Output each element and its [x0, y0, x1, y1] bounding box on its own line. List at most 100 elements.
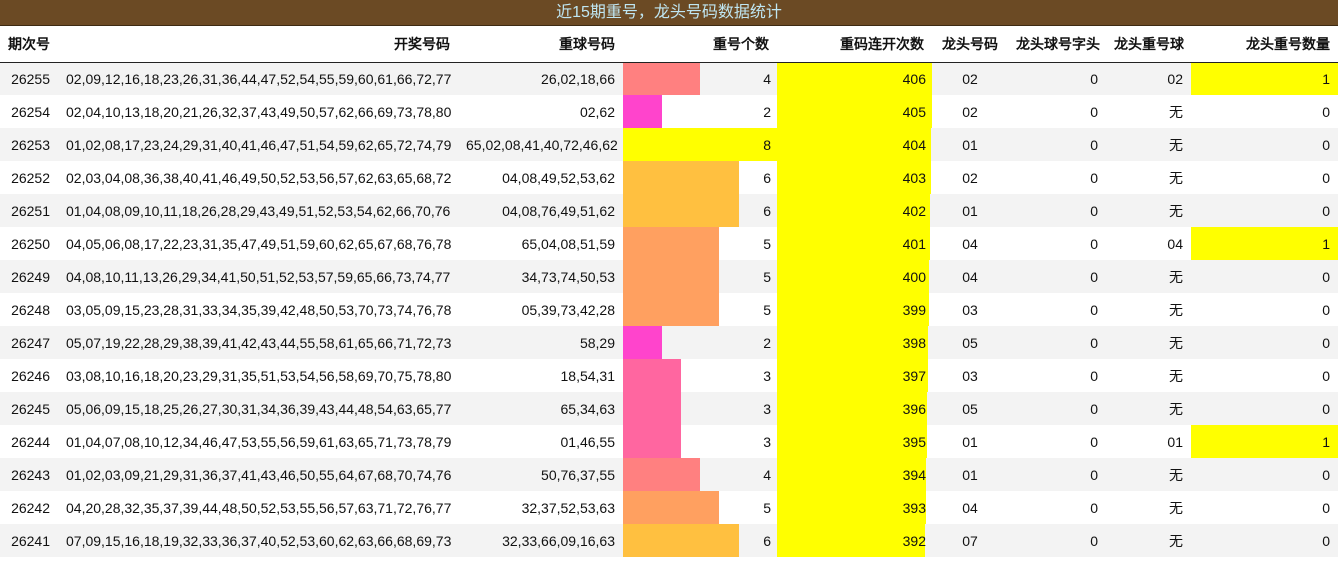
head-number-cell: 04: [932, 227, 1008, 260]
repeat-count-value: 6: [763, 532, 771, 549]
table-row[interactable]: 26252 02,03,04,08,36,38,40,41,46,49,50,52…: [0, 161, 1338, 194]
period-cell: 26250: [0, 227, 58, 260]
head-repeat-qty-cell: 1: [1191, 227, 1338, 260]
repeat-streak-value: 403: [902, 169, 926, 186]
head-repeat-ball-cell: 无: [1106, 359, 1191, 392]
repeat-streak-cell: 402: [777, 194, 932, 227]
head-repeat-ball-cell: 无: [1106, 458, 1191, 491]
repeat-count-cell: 3: [623, 359, 777, 392]
head-digit-cell: 0: [1008, 95, 1106, 128]
repeat-streak-cell: 406: [777, 62, 932, 95]
head-digit-cell: 0: [1008, 326, 1106, 359]
repeat-count-cell: 6: [623, 161, 777, 194]
repeat-streak-value: 396: [902, 400, 926, 417]
head-digit-cell: 0: [1008, 128, 1106, 161]
table-row[interactable]: 26250 04,05,06,08,17,22,23,31,35,47,49,51…: [0, 227, 1338, 260]
table-row[interactable]: 26244 01,04,07,08,10,12,34,46,47,53,55,56…: [0, 425, 1338, 458]
col-header-repeat-balls[interactable]: 重球号码: [458, 26, 623, 63]
repeat-balls-cell: 01,46,55: [458, 425, 623, 458]
repeat-count-value: 5: [763, 499, 771, 516]
head-digit-cell: 0: [1008, 194, 1106, 227]
table-row[interactable]: 26251 01,04,08,09,10,11,18,26,28,29,43,49…: [0, 194, 1338, 227]
period-cell: 26255: [0, 62, 58, 95]
period-cell: 26245: [0, 392, 58, 425]
table-row[interactable]: 26254 02,04,10,13,18,20,21,26,32,37,43,49…: [0, 95, 1338, 128]
numbers-cell: 01,04,08,09,10,11,18,26,28,29,43,49,51,5…: [58, 194, 458, 227]
head-repeat-qty-cell: 0: [1191, 293, 1338, 326]
head-repeat-ball-cell: 无: [1106, 161, 1191, 194]
head-repeat-ball-cell: 无: [1106, 524, 1191, 557]
repeat-streak-value: 398: [902, 334, 926, 351]
numbers-cell: 01,04,07,08,10,12,34,46,47,53,55,56,59,6…: [58, 425, 458, 458]
repeat-streak-cell: 403: [777, 161, 932, 194]
col-header-numbers[interactable]: 开奖号码: [58, 26, 458, 63]
period-cell: 26247: [0, 326, 58, 359]
numbers-cell: 04,20,28,32,35,37,39,44,48,50,52,53,55,5…: [58, 491, 458, 524]
table-row[interactable]: 26246 03,08,10,16,18,20,23,29,31,35,51,53…: [0, 359, 1338, 392]
head-number-cell: 07: [932, 524, 1008, 557]
repeat-count-value: 2: [763, 103, 771, 120]
period-cell: 26253: [0, 128, 58, 161]
head-repeat-ball-cell: 无: [1106, 293, 1191, 326]
period-cell: 26241: [0, 524, 58, 557]
head-repeat-qty-cell: 0: [1191, 326, 1338, 359]
table-row[interactable]: 26241 07,09,15,16,18,19,32,33,36,37,40,52…: [0, 524, 1338, 557]
col-header-repeat-count[interactable]: 重号个数: [623, 26, 777, 63]
head-repeat-ball-cell: 无: [1106, 128, 1191, 161]
table-row[interactable]: 26245 05,06,09,15,18,25,26,27,30,31,34,36…: [0, 392, 1338, 425]
repeat-count-value: 4: [763, 70, 771, 87]
head-number-cell: 02: [932, 62, 1008, 95]
head-number-cell: 04: [932, 491, 1008, 524]
repeat-count-value: 3: [763, 433, 771, 450]
repeat-count-cell: 8: [623, 128, 777, 161]
repeat-count-cell: 5: [623, 491, 777, 524]
col-header-head-repeat-qty[interactable]: 龙头重号数量: [1191, 26, 1338, 63]
table-row[interactable]: 26242 04,20,28,32,35,37,39,44,48,50,52,53…: [0, 491, 1338, 524]
table-row[interactable]: 26247 05,07,19,22,28,29,38,39,41,42,43,44…: [0, 326, 1338, 359]
table-row[interactable]: 26255 02,09,12,16,18,23,26,31,36,44,47,52…: [0, 62, 1338, 95]
head-repeat-ball-cell: 无: [1106, 95, 1191, 128]
repeat-count-value: 6: [763, 202, 771, 219]
head-repeat-qty-cell: 0: [1191, 194, 1338, 227]
head-number-cell: 05: [932, 326, 1008, 359]
table-row[interactable]: 26249 04,08,10,11,13,26,29,34,41,50,51,52…: [0, 260, 1338, 293]
col-header-period[interactable]: 期次号: [0, 26, 58, 63]
repeat-streak-cell: 399: [777, 293, 932, 326]
table-body: 26255 02,09,12,16,18,23,26,31,36,44,47,52…: [0, 62, 1338, 557]
col-header-head-digit[interactable]: 龙头球号字头: [1008, 26, 1106, 63]
head-number-cell: 01: [932, 128, 1008, 161]
head-repeat-qty-cell: 0: [1191, 128, 1338, 161]
head-digit-cell: 0: [1008, 392, 1106, 425]
head-digit-cell: 0: [1008, 227, 1106, 260]
period-cell: 26244: [0, 425, 58, 458]
table-row[interactable]: 26253 01,02,08,17,23,24,29,31,40,41,46,47…: [0, 128, 1338, 161]
head-number-cell: 05: [932, 392, 1008, 425]
repeat-balls-cell: 58,29: [458, 326, 623, 359]
repeat-streak-value: 406: [902, 70, 926, 87]
repeat-balls-cell: 50,76,37,55: [458, 458, 623, 491]
head-number-cell: 01: [932, 194, 1008, 227]
repeat-count-value: 4: [763, 466, 771, 483]
head-repeat-qty-cell: 0: [1191, 491, 1338, 524]
table-row[interactable]: 26243 01,02,03,09,21,29,31,36,37,41,43,46…: [0, 458, 1338, 491]
period-cell: 26249: [0, 260, 58, 293]
head-number-cell: 04: [932, 260, 1008, 293]
repeat-streak-value: 399: [902, 301, 926, 318]
col-header-repeat-streak[interactable]: 重码连开次数: [777, 26, 932, 63]
repeat-balls-cell: 04,08,76,49,51,62: [458, 194, 623, 227]
col-header-head-number[interactable]: 龙头号码: [932, 26, 1008, 63]
head-number-cell: 03: [932, 293, 1008, 326]
head-digit-cell: 0: [1008, 260, 1106, 293]
head-repeat-ball-cell: 无: [1106, 491, 1191, 524]
head-repeat-qty-cell: 0: [1191, 524, 1338, 557]
repeat-streak-cell: 404: [777, 128, 932, 161]
head-repeat-ball-cell: 无: [1106, 194, 1191, 227]
col-header-head-repeat-ball[interactable]: 龙头重号球: [1106, 26, 1191, 63]
repeat-streak-cell: 397: [777, 359, 932, 392]
repeat-streak-cell: 393: [777, 491, 932, 524]
head-repeat-qty-cell: 0: [1191, 95, 1338, 128]
head-repeat-qty-cell: 0: [1191, 359, 1338, 392]
table-row[interactable]: 26248 03,05,09,15,23,28,31,33,34,35,39,42…: [0, 293, 1338, 326]
repeat-balls-cell: 65,34,63: [458, 392, 623, 425]
head-digit-cell: 0: [1008, 491, 1106, 524]
